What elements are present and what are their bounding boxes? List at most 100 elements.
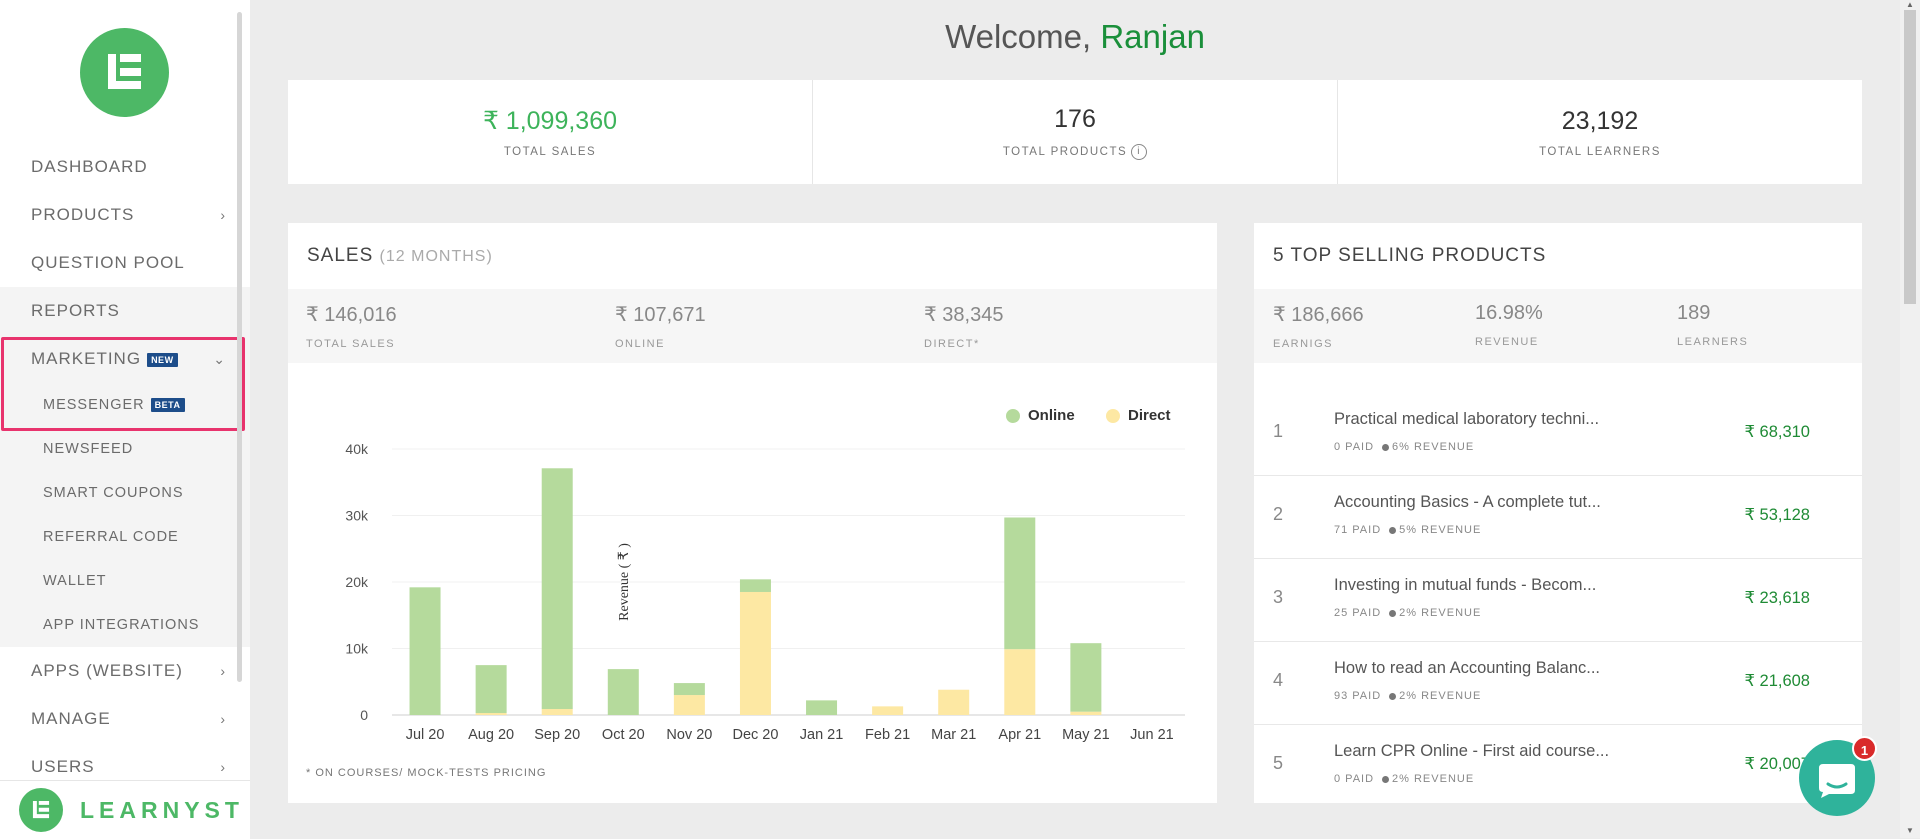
scroll-up-arrow-icon[interactable]: ▲	[1906, 0, 1914, 9]
sidebar-item-label: REFERRAL CODE	[43, 529, 179, 545]
stat-value: ₹ 1,099,360	[482, 107, 618, 135]
bar-online[interactable]	[739, 579, 771, 592]
top-products-card: 5 TOP SELLING PRODUCTS ₹ 186,666 EARNIGS…	[1254, 223, 1862, 803]
stat-label: TOTAL SALES	[503, 146, 597, 158]
product-meta: 71 PAID 5% REVENUE	[1334, 524, 1481, 536]
sidebar-item-label: PRODUCTS	[31, 205, 135, 224]
sidebar-item-dashboard[interactable]: DASHBOARD	[0, 143, 250, 191]
product-row[interactable]: 5 Learn CPR Online - First aid course...…	[1254, 725, 1862, 803]
y-tick-label: 0	[360, 707, 368, 723]
sub-stat-value: 189	[1677, 302, 1711, 324]
x-tick-label: Jun 21	[1130, 727, 1174, 743]
sidebar-subitem-newsfeed[interactable]: NEWSFEED	[0, 427, 250, 471]
bar-direct[interactable]	[1004, 649, 1036, 715]
bar-direct[interactable]	[475, 713, 507, 715]
sidebar-scrollbar[interactable]	[237, 12, 242, 682]
x-tick-label: Jul 20	[406, 727, 445, 743]
product-revenue: 2% REVENUE	[1399, 690, 1482, 702]
sidebar-item-label: REPORTS	[31, 301, 120, 320]
product-price: ₹ 68,310	[1744, 423, 1810, 441]
sub-stat-label: LEARNERS	[1677, 336, 1749, 348]
sidebar-footer: LEARNYST	[0, 780, 250, 839]
product-row[interactable]: 4 How to read an Accounting Balanc... 93…	[1254, 642, 1862, 725]
sidebar-nav: DASHBOARD PRODUCTS › QUESTION POOL REPOR…	[0, 143, 250, 791]
bar-direct[interactable]	[673, 695, 705, 715]
stat-value: 23,192	[1561, 106, 1639, 135]
product-paid: 25 PAID	[1334, 607, 1382, 619]
stat-total-sales: ₹ 1,099,360 TOTAL SALES	[288, 80, 813, 184]
tp-learners: 189 LEARNERS	[1677, 302, 1748, 348]
dot-icon	[1382, 443, 1390, 451]
chevron-right-icon: ›	[220, 207, 226, 223]
footer-logo-icon	[19, 788, 63, 832]
sub-stat-value: 16.98%	[1475, 302, 1543, 324]
x-tick-label: Feb 21	[865, 727, 910, 743]
scroll-down-arrow-icon[interactable]: ▼	[1906, 826, 1914, 835]
chevron-right-icon: ›	[220, 759, 226, 775]
tp-revenue: 16.98% REVENUE	[1475, 302, 1543, 348]
product-revenue: 2% REVENUE	[1392, 773, 1475, 785]
sidebar-item-products[interactable]: PRODUCTS ›	[0, 191, 250, 239]
product-row[interactable]: 1 Practical medical laboratory techni...…	[1254, 393, 1862, 476]
page-scrollbar[interactable]: ▲ ▼	[1900, 0, 1920, 838]
product-revenue: 5% REVENUE	[1399, 524, 1482, 536]
summary-stats: ₹ 1,099,360 TOTAL SALES 176 TOTAL PRODUC…	[288, 80, 1862, 184]
bar-online[interactable]	[1070, 643, 1102, 712]
dot-icon	[1389, 692, 1397, 700]
product-rank: 3	[1273, 587, 1284, 607]
sidebar-subitem-referral-code[interactable]: REFERRAL CODE	[0, 515, 250, 559]
product-meta: 93 PAID 2% REVENUE	[1334, 690, 1481, 702]
sidebar-item-reports[interactable]: REPORTS	[0, 287, 250, 335]
product-price: ₹ 53,128	[1744, 506, 1810, 524]
sub-stat-label: EARNIGS	[1273, 338, 1334, 350]
sidebar-item-manage[interactable]: MANAGE ›	[0, 695, 250, 743]
product-rank: 4	[1273, 670, 1284, 690]
product-name: How to read an Accounting Balanc...	[1334, 659, 1600, 677]
bar-online[interactable]	[409, 587, 441, 715]
dot-icon	[1389, 526, 1397, 534]
top-products-sub-stats: ₹ 186,666 EARNIGS 16.98% REVENUE 189 LEA…	[1254, 289, 1862, 363]
product-revenue: 6% REVENUE	[1392, 441, 1475, 453]
product-paid: 71 PAID	[1334, 524, 1382, 536]
x-tick-label: Nov 20	[666, 727, 712, 743]
bar-online[interactable]	[1004, 517, 1036, 650]
x-tick-label: Aug 20	[468, 727, 514, 743]
product-revenue: 2% REVENUE	[1399, 607, 1482, 619]
sidebar-item-apps-website[interactable]: APPS (WEBSITE) ›	[0, 647, 250, 695]
product-row[interactable]: 3 Investing in mutual funds - Becom... 2…	[1254, 559, 1862, 642]
bar-direct[interactable]	[739, 591, 771, 715]
chevron-right-icon: ›	[220, 663, 226, 679]
scrollbar-thumb[interactable]	[1904, 10, 1916, 304]
sub-stat-value: ₹ 186,666	[1273, 304, 1364, 326]
brand-name: LEARNYST	[80, 796, 244, 823]
bar-online[interactable]	[607, 669, 639, 715]
logo-mark-icon	[108, 54, 141, 89]
sidebar-subitem-app-integrations[interactable]: APP INTEGRATIONS	[0, 603, 250, 647]
bar-direct[interactable]	[872, 706, 904, 715]
product-rank: 5	[1273, 753, 1284, 773]
info-icon[interactable]: i	[1131, 143, 1148, 160]
x-tick-label: Mar 21	[931, 727, 976, 743]
bar-online[interactable]	[806, 700, 838, 715]
tp-earnings: ₹ 186,666 EARNIGS	[1273, 302, 1364, 350]
learnyst-logo[interactable]	[80, 28, 169, 117]
sidebar-subitem-wallet[interactable]: WALLET	[0, 559, 250, 603]
bar-direct[interactable]	[541, 709, 573, 715]
y-tick-label: 10k	[345, 641, 369, 657]
product-name: Practical medical laboratory techni...	[1334, 410, 1600, 428]
marketing-highlight-box	[1, 337, 245, 431]
bar-direct[interactable]	[1070, 711, 1102, 715]
product-paid: 93 PAID	[1334, 690, 1382, 702]
logo-mark-icon	[32, 800, 50, 819]
sidebar-item-label: DASHBOARD	[31, 157, 148, 176]
bar-online[interactable]	[541, 468, 573, 710]
sidebar-item-label: MANAGE	[31, 709, 111, 728]
sidebar-subitem-smart-coupons[interactable]: SMART COUPONS	[0, 471, 250, 515]
sidebar-item-question-pool[interactable]: QUESTION POOL	[0, 239, 250, 287]
bar-online[interactable]	[475, 665, 507, 714]
product-row[interactable]: 2 Accounting Basics - A complete tut... …	[1254, 476, 1862, 559]
bar-online[interactable]	[673, 683, 705, 696]
dot-icon	[1382, 775, 1390, 783]
product-meta: 0 PAID 2% REVENUE	[1334, 773, 1474, 785]
bar-direct[interactable]	[938, 689, 970, 715]
